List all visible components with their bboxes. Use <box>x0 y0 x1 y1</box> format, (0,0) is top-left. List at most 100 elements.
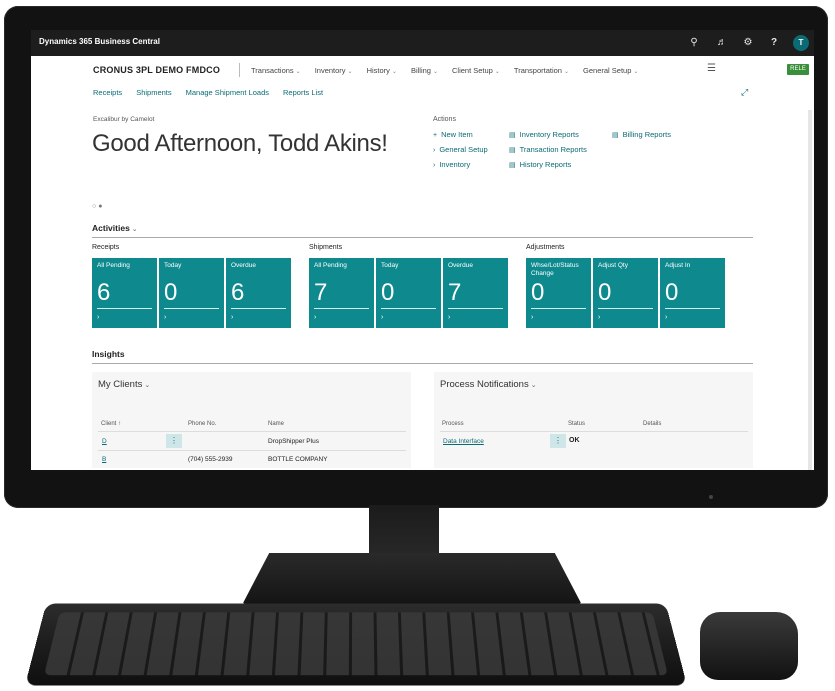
actions-title: Actions <box>433 116 456 123</box>
carousel-dots[interactable]: ○● <box>92 203 104 210</box>
column-header-client[interactable]: Client ↑ <box>101 421 121 427</box>
action-general-setup[interactable]: › General Setup <box>433 145 488 154</box>
tile-receipts-overdue[interactable]: Overdue 6 › <box>226 258 291 328</box>
action-inventory-reports[interactable]: ▤ Inventory Reports <box>509 130 579 139</box>
chevron-down-icon: ⌄ <box>295 69 301 75</box>
chevron-right-icon: › <box>433 162 436 169</box>
chevron-down-icon: ⌄ <box>563 69 570 75</box>
client-code-link[interactable]: B <box>102 456 106 463</box>
tile-receipts-today[interactable]: Today 0 › <box>159 258 224 328</box>
menu-item-history[interactable]: History ⌄ <box>367 66 397 75</box>
subnav-manage-shipment-loads[interactable]: Manage Shipment Loads <box>186 88 269 97</box>
report-icon: ▤ <box>509 162 516 169</box>
menu-item-general-setup[interactable]: General Setup ⌄ <box>583 66 638 75</box>
screen: Dynamics 365 Business Central ⚲ ♬ ⚙ ? T … <box>31 30 814 470</box>
menu-item-transportation[interactable]: Transportation ⌄ <box>514 66 569 75</box>
tile-label: Adjust In <box>665 262 691 269</box>
chevron-down-icon: ⌄ <box>530 382 537 389</box>
scrollbar[interactable] <box>808 110 812 470</box>
row-actions-icon[interactable]: ⋮ <box>166 434 182 448</box>
action-label: Billing Reports <box>622 130 671 139</box>
my-clients-title[interactable]: My Clients ⌄ <box>98 379 150 390</box>
hamburger-icon[interactable]: ☰ <box>707 63 716 74</box>
activities-title[interactable]: Activities ⌄ <box>92 223 138 233</box>
tile-adjustments-adjust-qty[interactable]: Adjust Qty 0 › <box>593 258 658 328</box>
tile-label: Whse/Lot/Status Change <box>531 262 579 277</box>
chevron-right-icon: › <box>665 314 668 321</box>
action-inventory[interactable]: › Inventory <box>433 160 470 169</box>
gear-icon[interactable]: ⚙ <box>741 36 755 50</box>
column-header-process[interactable]: Process <box>442 421 464 427</box>
menu-item-client-setup[interactable]: Client Setup ⌄ <box>452 66 500 75</box>
avatar[interactable]: T <box>793 35 809 51</box>
chevron-right-icon: › <box>314 314 317 321</box>
column-header-name[interactable]: Name <box>268 421 284 427</box>
row-actions-icon[interactable]: ⋮ <box>550 434 566 448</box>
chevron-down-icon: ⌄ <box>129 226 138 233</box>
tile-divider <box>164 308 219 309</box>
keyboard-keys <box>44 612 668 676</box>
process-notifications-title[interactable]: Process Notifications ⌄ <box>440 379 537 390</box>
company-name[interactable]: CRONUS 3PL DEMO FMDCO <box>93 65 220 75</box>
tile-value: 0 <box>598 279 612 306</box>
chevron-down-icon: ⌄ <box>432 69 438 75</box>
chevron-down-icon: ⌄ <box>347 69 353 75</box>
tile-divider <box>97 308 152 309</box>
column-header-status[interactable]: Status <box>568 421 585 427</box>
client-name: BOTTLE COMPANY <box>268 456 328 463</box>
menu-item-transactions[interactable]: Transactions ⌄ <box>251 66 301 75</box>
subnav-reports-list[interactable]: Reports List <box>283 88 323 97</box>
activities-divider <box>92 237 753 238</box>
tile-divider <box>665 308 720 309</box>
process-link[interactable]: Data Interface <box>443 438 484 445</box>
menu-label: Inventory <box>314 66 346 75</box>
chevron-right-icon: › <box>448 314 451 321</box>
app-title: Dynamics 365 Business Central <box>39 37 160 46</box>
subnav-shipments[interactable]: Shipments <box>136 88 171 97</box>
chevron-right-icon: › <box>164 314 167 321</box>
menu-item-inventory[interactable]: Inventory ⌄ <box>315 66 353 75</box>
my-clients-panel: My Clients ⌄ Client ↑ Phone No. Name D ⋮ … <box>92 372 411 468</box>
tile-divider <box>531 308 586 309</box>
tile-divider <box>231 308 286 309</box>
chevron-down-icon: ⌄ <box>391 69 397 75</box>
tile-receipts-all-pending[interactable]: All Pending 6 › <box>92 258 157 328</box>
menu-label: Billing <box>410 66 431 75</box>
tile-adjustments-adjust-in[interactable]: Adjust In 0 › <box>660 258 725 328</box>
action-new-item[interactable]: + New Item <box>433 130 473 139</box>
main-menu: Transactions ⌄ Inventory ⌄ History ⌄ Billin… <box>251 66 638 75</box>
subnav-receipts[interactable]: Receipts <box>93 88 122 97</box>
bell-icon[interactable]: ♬ <box>715 36 729 50</box>
tile-shipments-all-pending[interactable]: All Pending 7 › <box>309 258 374 328</box>
mouse <box>700 612 798 680</box>
tile-shipments-today[interactable]: Today 0 › <box>376 258 441 328</box>
action-transaction-reports[interactable]: ▤ Transaction Reports <box>509 145 587 154</box>
chevron-down-icon: ⌄ <box>144 382 151 389</box>
tile-adjustments-status-change[interactable]: Whse/Lot/Status Change 0 › <box>526 258 591 328</box>
tile-divider <box>314 308 369 309</box>
power-led <box>709 495 713 499</box>
column-header-phone[interactable]: Phone No. <box>188 421 216 427</box>
plus-icon: + <box>433 132 438 139</box>
client-code-link[interactable]: D <box>102 438 107 445</box>
tile-value: 0 <box>164 279 178 306</box>
action-billing-reports[interactable]: ▤ Billing Reports <box>612 130 671 139</box>
tile-shipments-overdue[interactable]: Overdue 7 › <box>443 258 508 328</box>
column-header-details[interactable]: Details <box>643 421 661 427</box>
expand-icon[interactable]: ⤢ <box>741 87 748 98</box>
tile-divider <box>448 308 503 309</box>
menu-label: Transportation <box>513 66 562 75</box>
process-notifications-panel: Process Notifications ⌄ Process Status De… <box>434 372 753 468</box>
nav-divider <box>239 63 240 77</box>
headline-subtitle: Excalibur by Camelot <box>93 116 155 123</box>
chevron-right-icon: › <box>231 314 234 321</box>
menu-item-billing[interactable]: Billing ⌄ <box>411 66 438 75</box>
tile-value: 0 <box>665 279 679 306</box>
tile-label: Adjust Qty <box>598 262 628 269</box>
tile-label: Overdue <box>448 262 473 269</box>
help-icon[interactable]: ? <box>767 36 781 50</box>
action-history-reports[interactable]: ▤ History Reports <box>509 160 571 169</box>
group-title-receipts: Receipts <box>92 244 120 251</box>
search-icon[interactable]: ⚲ <box>687 36 701 50</box>
action-label: Transaction Reports <box>519 145 587 154</box>
